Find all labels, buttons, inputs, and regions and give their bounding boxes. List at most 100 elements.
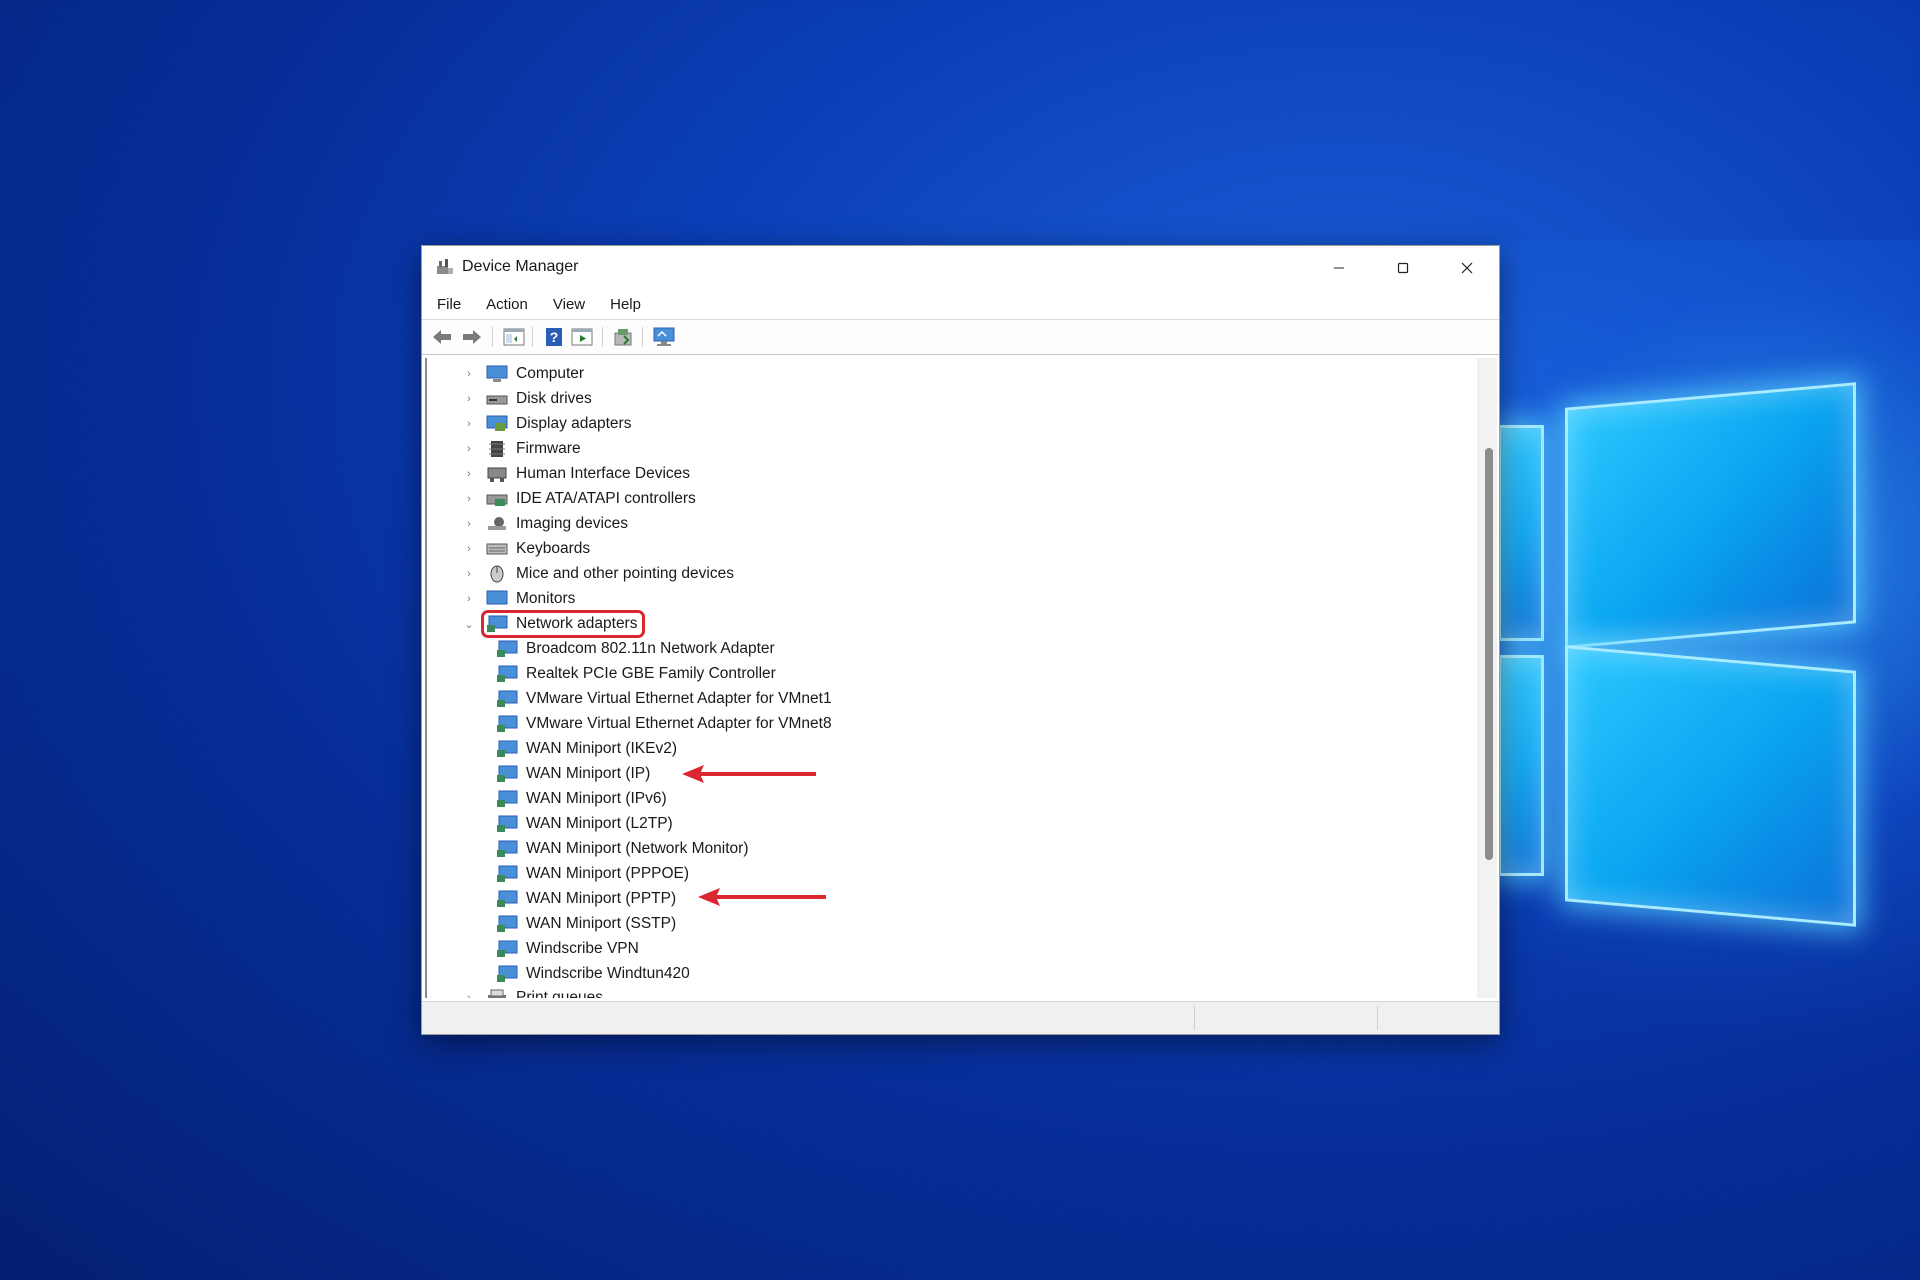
tree-item-label: Keyboards bbox=[516, 540, 591, 557]
tree-child-realtek[interactable]: Realtek PCIe GBE Family Controller bbox=[495, 662, 776, 686]
tree-child-vmnet1[interactable]: VMware Virtual Ethernet Adapter for VMne… bbox=[495, 687, 832, 711]
network-adapter-icon bbox=[495, 939, 519, 959]
chevron-right-icon[interactable]: › bbox=[463, 468, 475, 480]
tree-item-label: Print queues bbox=[516, 989, 604, 998]
chevron-right-icon[interactable]: › bbox=[463, 593, 475, 605]
maximize-icon bbox=[1397, 262, 1409, 274]
mouse-icon bbox=[485, 564, 509, 584]
network-adapter-icon bbox=[495, 714, 519, 734]
menu-view[interactable]: View bbox=[537, 290, 594, 318]
tree-child-wan-network-monitor[interactable]: WAN Miniport (Network Monitor) bbox=[495, 837, 749, 861]
chevron-right-icon[interactable]: › bbox=[463, 992, 475, 998]
tree-item-mice[interactable]: › Mice and other pointing devices bbox=[463, 562, 734, 586]
tree-item-label: Display adapters bbox=[516, 415, 632, 432]
tree-child-wan-ikev2[interactable]: WAN Miniport (IKEv2) bbox=[495, 737, 677, 761]
tree-item-label: WAN Miniport (PPTP) bbox=[526, 890, 677, 907]
minimize-icon bbox=[1334, 267, 1344, 269]
tree-child-windscribe-vpn[interactable]: Windscribe VPN bbox=[495, 937, 639, 961]
properties-console-icon bbox=[503, 328, 525, 346]
tree-child-vmnet8[interactable]: VMware Virtual Ethernet Adapter for VMne… bbox=[495, 712, 832, 736]
tree-item-human-interface-devices[interactable]: › Human Interface Devices bbox=[463, 462, 690, 486]
annotation-arrow-wan-ip bbox=[682, 765, 816, 783]
close-button[interactable] bbox=[1435, 246, 1499, 290]
tree-item-disk-drives[interactable]: › Disk drives bbox=[463, 387, 592, 411]
minimize-button[interactable] bbox=[1307, 246, 1371, 290]
monitor-icon bbox=[485, 589, 509, 609]
computer-icon bbox=[485, 364, 509, 384]
menu-action[interactable]: Action bbox=[470, 290, 537, 318]
back-button[interactable] bbox=[430, 326, 454, 348]
tree-item-label: Broadcom 802.11n Network Adapter bbox=[526, 640, 775, 657]
status-bar bbox=[422, 1001, 1499, 1034]
tree-child-wan-ip[interactable]: WAN Miniport (IP) bbox=[495, 762, 650, 786]
toolbar-separator bbox=[532, 327, 533, 347]
tree-item-print-queues[interactable]: › Print queues bbox=[463, 986, 603, 998]
tree-item-label: Disk drives bbox=[516, 390, 592, 407]
update-driver-button[interactable] bbox=[612, 326, 636, 348]
tree-item-label: WAN Miniport (SSTP) bbox=[526, 915, 677, 932]
status-separator bbox=[1194, 1006, 1195, 1030]
firmware-icon bbox=[485, 439, 509, 459]
chevron-right-icon[interactable]: › bbox=[463, 393, 475, 405]
hid-icon bbox=[485, 464, 509, 484]
ide-controller-icon bbox=[485, 489, 509, 509]
network-adapter-icon bbox=[495, 789, 519, 809]
device-manager-window: Device Manager File Action View Help ? ›… bbox=[421, 245, 1500, 1035]
help-button[interactable]: ? bbox=[542, 326, 566, 348]
device-tree[interactable]: › Computer › Disk drives › Display adapt… bbox=[425, 358, 1477, 998]
tree-child-wan-pptp[interactable]: WAN Miniport (PPTP) bbox=[495, 887, 676, 911]
chevron-right-icon[interactable]: › bbox=[463, 368, 475, 380]
tree-item-firmware[interactable]: › Firmware bbox=[463, 437, 581, 461]
scrollbar-thumb[interactable] bbox=[1485, 448, 1493, 860]
tree-item-label: Monitors bbox=[516, 590, 576, 607]
tree-item-keyboards[interactable]: › Keyboards bbox=[463, 537, 590, 561]
network-adapter-icon bbox=[495, 814, 519, 834]
tree-item-label: Computer bbox=[516, 365, 585, 382]
toolbar-separator bbox=[642, 327, 643, 347]
vertical-scrollbar[interactable] bbox=[1477, 358, 1497, 998]
title-bar[interactable]: Device Manager bbox=[422, 246, 1499, 290]
forward-button[interactable] bbox=[460, 326, 484, 348]
chevron-right-icon[interactable]: › bbox=[463, 443, 475, 455]
tree-item-network-adapters[interactable]: ⌄ Network adapters bbox=[463, 610, 646, 638]
tree-item-display-adapters[interactable]: › Display adapters bbox=[463, 412, 631, 436]
menu-file[interactable]: File bbox=[422, 290, 470, 318]
run-icon bbox=[571, 328, 593, 346]
status-separator bbox=[1377, 1006, 1378, 1030]
chevron-down-icon[interactable]: ⌄ bbox=[463, 618, 475, 631]
tree-item-computer[interactable]: › Computer bbox=[463, 362, 584, 386]
svg-text:?: ? bbox=[550, 329, 559, 345]
tree-item-label: Mice and other pointing devices bbox=[516, 565, 734, 582]
tree-item-label: VMware Virtual Ethernet Adapter for VMne… bbox=[526, 715, 832, 732]
window-title: Device Manager bbox=[462, 258, 579, 275]
tree-child-broadcom[interactable]: Broadcom 802.11n Network Adapter bbox=[495, 637, 775, 661]
tree-item-monitors[interactable]: › Monitors bbox=[463, 587, 575, 611]
tree-item-label: WAN Miniport (Network Monitor) bbox=[526, 840, 749, 857]
tree-child-wan-pppoe[interactable]: WAN Miniport (PPPOE) bbox=[495, 862, 689, 886]
tree-child-wan-sstp[interactable]: WAN Miniport (SSTP) bbox=[495, 912, 676, 936]
tree-item-label: Windscribe VPN bbox=[526, 940, 639, 957]
annotation-arrow-wan-pptp bbox=[698, 888, 826, 906]
chevron-right-icon[interactable]: › bbox=[463, 543, 475, 555]
run-button[interactable] bbox=[570, 326, 594, 348]
menu-help[interactable]: Help bbox=[594, 290, 650, 318]
show-hide-console-tree-button[interactable] bbox=[502, 326, 526, 348]
maximize-button[interactable] bbox=[1371, 246, 1435, 290]
chevron-right-icon[interactable]: › bbox=[463, 493, 475, 505]
scan-hardware-button[interactable] bbox=[652, 326, 676, 348]
tree-item-label: WAN Miniport (IP) bbox=[526, 765, 651, 782]
network-adapter-icon bbox=[495, 889, 519, 909]
tree-item-label: Network adapters bbox=[516, 615, 638, 632]
chevron-right-icon[interactable]: › bbox=[463, 568, 475, 580]
chevron-right-icon[interactable]: › bbox=[463, 518, 475, 530]
chevron-right-icon[interactable]: › bbox=[463, 418, 475, 430]
forward-icon bbox=[463, 330, 481, 344]
close-icon bbox=[1461, 262, 1473, 274]
tree-item-ide-controllers[interactable]: › IDE ATA/ATAPI controllers bbox=[463, 487, 696, 511]
network-adapter-icon bbox=[495, 639, 519, 659]
keyboard-icon bbox=[485, 539, 509, 559]
tree-item-imaging-devices[interactable]: › Imaging devices bbox=[463, 512, 628, 536]
tree-child-windscribe-windtun[interactable]: Windscribe Windtun420 bbox=[495, 962, 690, 986]
tree-child-wan-ipv6[interactable]: WAN Miniport (IPv6) bbox=[495, 787, 667, 811]
tree-child-wan-l2tp[interactable]: WAN Miniport (L2TP) bbox=[495, 812, 673, 836]
